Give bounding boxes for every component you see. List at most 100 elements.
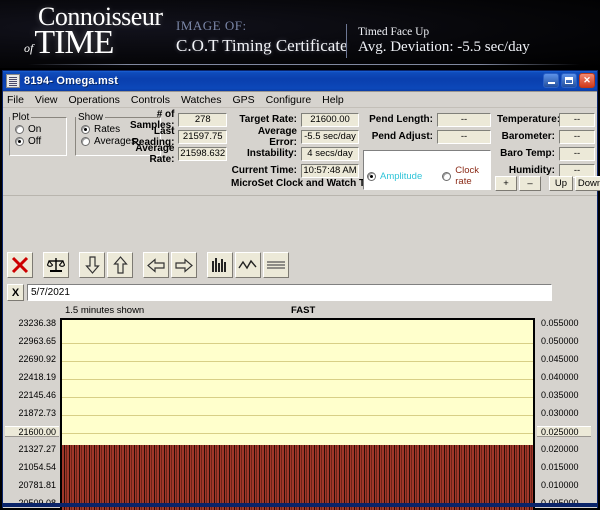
- field-instability-value: 4 secs/day: [301, 147, 359, 161]
- close-button[interactable]: ✕: [579, 73, 595, 88]
- field-barometer: Barometer: --: [495, 129, 595, 144]
- window-titlebar[interactable]: 8194- Omega.mst ✕: [3, 71, 597, 91]
- field-number-of-samples-value: 278: [178, 113, 227, 127]
- down-button[interactable]: Down: [575, 176, 600, 191]
- bar-graph-icon: [211, 257, 229, 273]
- field-pend-adjust-label: Pend Adjust:: [367, 131, 437, 142]
- plot-option-on[interactable]: On: [15, 124, 66, 135]
- radio-plot-on[interactable]: [15, 125, 24, 134]
- plot-group-legend: Plot: [10, 112, 31, 123]
- field-pend-length-label: Pend Length:: [367, 114, 437, 125]
- decrement-button[interactable]: –: [519, 176, 541, 191]
- date-input[interactable]: 5/7/2021: [27, 284, 552, 301]
- y-axis-right-tick: 0.055000: [537, 318, 591, 329]
- y-axis-left-tick: 23236.38: [5, 318, 59, 329]
- amplitude-option[interactable]: Amplitude: [367, 171, 422, 182]
- y-axis-right-tick: 0.015000: [537, 462, 591, 473]
- menu-item-view[interactable]: View: [35, 94, 58, 106]
- certificate-banner: Connoisseur of TIME IMAGE OF: C.O.T Timi…: [0, 0, 600, 68]
- y-axis-left-tick: 21600.00: [5, 426, 59, 437]
- y-axis-right-tick: 0.025000: [537, 426, 591, 437]
- window-bottom-edge: [3, 503, 597, 507]
- readouts-column-rate: Target Rate: 21600.00 Average Error: -5.…: [229, 112, 359, 180]
- window-controls: ✕: [543, 73, 595, 88]
- clock-rate-option[interactable]: Clock rate: [442, 165, 490, 187]
- field-average-error: Average Error: -5.5 sec/day: [229, 129, 359, 144]
- move-down-button[interactable]: [79, 252, 105, 278]
- readouts-column-samples: # of Samples: 278 Last Reading: 21597.75…: [123, 112, 227, 163]
- chart-plot[interactable]: [60, 318, 535, 510]
- field-baro-temp: Baro Temp: --: [495, 146, 595, 161]
- arrow-right-icon: [175, 258, 193, 273]
- chart-header: 1.5 minutes shown FAST: [5, 305, 595, 318]
- plot-option-off[interactable]: Off: [15, 136, 66, 147]
- waveform-icon: [238, 258, 258, 272]
- plot-option-on-label: On: [28, 124, 41, 135]
- radio-plot-off[interactable]: [15, 137, 24, 146]
- field-average-rate-label: Average Rate:: [123, 143, 178, 165]
- radio-amplitude[interactable]: [367, 172, 376, 181]
- move-right-button[interactable]: [171, 252, 197, 278]
- field-humidity-label: Humidity:: [497, 165, 559, 176]
- certificate-title: C.O.T Timing Certificate: [176, 36, 348, 56]
- menu-item-controls[interactable]: Controls: [131, 94, 170, 106]
- field-average-error-label: Average Error:: [231, 126, 301, 148]
- chart-bars: [62, 445, 533, 510]
- chart-fast-label: FAST: [291, 305, 315, 316]
- y-axis-left-tick: 20781.81: [5, 480, 59, 491]
- radio-clock-rate[interactable]: [442, 172, 451, 181]
- increment-button[interactable]: +: [495, 176, 517, 191]
- lines-button[interactable]: [263, 252, 289, 278]
- chart-gridline: [62, 415, 533, 416]
- menu-item-file[interactable]: File: [7, 94, 24, 106]
- chart-area: 1.5 minutes shown FAST 23236.3822963.652…: [5, 305, 595, 510]
- application-window: 8194- Omega.mst ✕ File View Operations C…: [2, 70, 598, 508]
- chart-gridline: [62, 343, 533, 344]
- minimize-button[interactable]: [543, 73, 559, 88]
- maximize-button[interactable]: [561, 73, 577, 88]
- chart-duration-label: 1.5 minutes shown: [65, 305, 144, 316]
- y-axis-left-tick: 21327.27: [5, 444, 59, 455]
- radio-show-averages[interactable]: [81, 137, 90, 146]
- field-pend-length: Pend Length: --: [365, 112, 491, 127]
- y-axis-left-tick: 21872.73: [5, 408, 59, 419]
- move-up-button[interactable]: [107, 252, 133, 278]
- clear-date-button[interactable]: X: [7, 284, 24, 301]
- field-temperature: Temperature: --: [495, 112, 595, 127]
- menu-item-configure[interactable]: Configure: [266, 94, 312, 106]
- bar-graph-button[interactable]: [207, 252, 233, 278]
- move-left-button[interactable]: [143, 252, 169, 278]
- menu-item-help[interactable]: Help: [322, 94, 344, 106]
- up-button[interactable]: Up: [549, 176, 573, 191]
- field-current-time: Current Time: 10:57:48 AM: [229, 163, 359, 178]
- y-axis-right-tick: 0.035000: [537, 390, 591, 401]
- field-barometer-label: Barometer:: [497, 131, 559, 142]
- y-axis-right-tick: 0.050000: [537, 336, 591, 347]
- menu-item-gps[interactable]: GPS: [232, 94, 254, 106]
- field-temperature-label: Temperature:: [497, 114, 559, 125]
- radio-show-rates[interactable]: [81, 125, 90, 134]
- close-x-button[interactable]: [7, 252, 33, 278]
- banner-right-text: Timed Face Up Avg. Deviation: -5.5 sec/d…: [358, 26, 530, 56]
- menu-item-operations[interactable]: Operations: [69, 94, 120, 106]
- balance-scale-button[interactable]: [43, 252, 69, 278]
- menu-item-watches[interactable]: Watches: [181, 94, 221, 106]
- brand-logo-of: of: [24, 42, 33, 60]
- waveform-button[interactable]: [235, 252, 261, 278]
- field-current-time-label: Current Time:: [231, 165, 301, 176]
- amplitude-display-box[interactable]: Amplitude Clock rate: [363, 150, 491, 190]
- field-instability-label: Instability:: [231, 148, 301, 159]
- window-client-area: File View Operations Controls Watches GP…: [3, 91, 597, 508]
- lines-icon: [266, 258, 286, 272]
- field-average-error-value: -5.5 sec/day: [301, 130, 359, 144]
- window-title: 8194- Omega.mst: [24, 75, 118, 87]
- clock-rate-option-label: Clock rate: [455, 165, 490, 187]
- readouts-column-pendulum: Pend Length: -- Pend Adjust: --: [365, 112, 491, 146]
- app-icon: [6, 74, 20, 88]
- chart-gridline: [62, 397, 533, 398]
- plot-group: Plot On Off: [9, 112, 67, 156]
- y-axis-left-tick: 22418.19: [5, 372, 59, 383]
- timed-position-label: Timed Face Up: [358, 26, 530, 38]
- image-of-label: IMAGE OF:: [176, 18, 348, 34]
- y-axis-right-tick: 0.030000: [537, 408, 591, 419]
